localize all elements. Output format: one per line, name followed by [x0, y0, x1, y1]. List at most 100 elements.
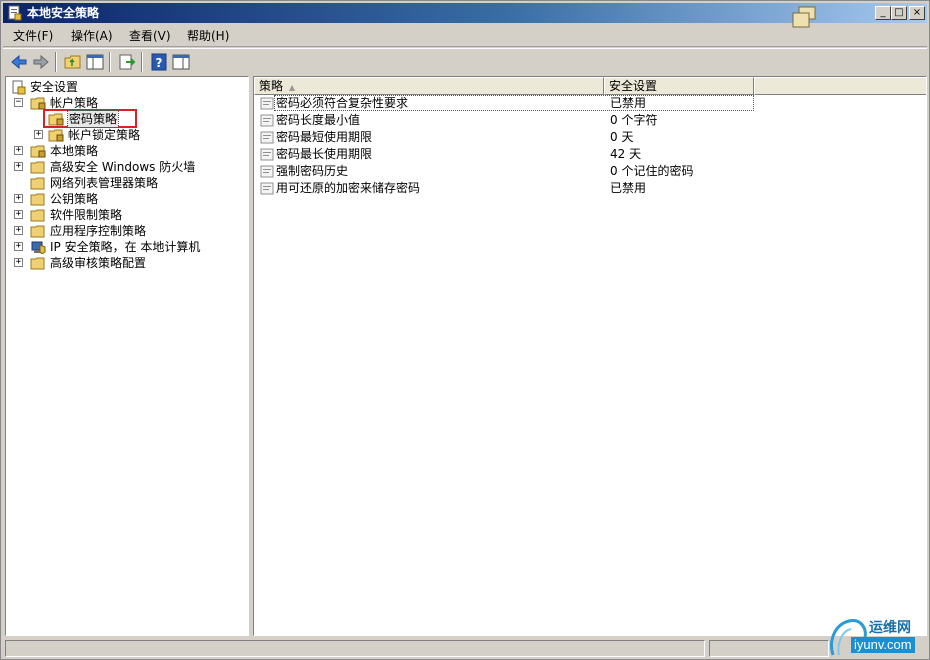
forward-arrow-icon[interactable]: [31, 52, 51, 72]
menu-file[interactable]: 文件(F): [13, 29, 53, 43]
policy-name: 密码必须符合复杂性要求: [276, 96, 409, 110]
show-hide-console-tree-icon[interactable]: [85, 52, 105, 72]
table-row[interactable]: 用可还原的加密来储存密码 已禁用: [254, 180, 926, 197]
menu-action[interactable]: 操作(A): [71, 29, 113, 43]
column-header-empty: [754, 77, 926, 95]
table-row[interactable]: 密码最短使用期限 0 天: [254, 129, 926, 146]
table-row[interactable]: 密码长度最小值 0 个字符: [254, 112, 926, 129]
folder-icon: [30, 161, 45, 174]
tree-label: 公钥策略: [50, 192, 99, 206]
title-bar[interactable]: 本地安全策略 _ □ ×: [3, 3, 927, 28]
table-row[interactable]: 密码必须符合复杂性要求 已禁用: [254, 95, 926, 112]
policy-setting-icon: [260, 131, 274, 144]
column-header-setting[interactable]: 安全设置: [604, 77, 754, 95]
site-watermark: 运维网 iyunv.com: [827, 615, 927, 659]
tree-label: 应用程序控制策略: [50, 224, 147, 238]
tree-item-public-key[interactable]: + 公钥策略: [12, 191, 242, 207]
expand-icon[interactable]: +: [14, 162, 23, 171]
tree-item-ip-security[interactable]: + IP 安全策略，在 本地计算机: [12, 239, 242, 255]
tree-label: 帐户锁定策略: [68, 128, 141, 142]
tree-item-software-restriction[interactable]: + 软件限制策略: [12, 207, 242, 223]
policy-setting-icon: [260, 182, 274, 195]
column-header-label: 安全设置: [609, 79, 658, 93]
watermark-text: 运维网: [869, 620, 911, 636]
expand-icon[interactable]: +: [14, 210, 23, 219]
policy-value: 42 天: [610, 147, 642, 161]
status-cell-secondary: [709, 640, 829, 657]
help-icon[interactable]: ?: [149, 52, 169, 72]
policy-value: 0 个字符: [610, 113, 658, 127]
ip-security-icon: [31, 241, 46, 254]
menu-help[interactable]: 帮助(H): [187, 29, 229, 43]
window-title: 本地安全策略: [27, 6, 100, 20]
up-folder-icon[interactable]: [63, 52, 83, 72]
tree-item-app-control[interactable]: + 应用程序控制策略: [12, 223, 242, 239]
tree-label: 安全设置: [30, 80, 79, 94]
tree-item-audit[interactable]: + 高级审核策略配置: [12, 255, 242, 271]
table-row[interactable]: 强制密码历史 0 个记住的密码: [254, 163, 926, 180]
tree-label: 网络列表管理器策略: [50, 176, 159, 190]
table-row[interactable]: 密码最长使用期限 42 天: [254, 146, 926, 163]
watermark-url: iyunv.com: [851, 637, 915, 653]
policy-value: 0 个记住的密码: [610, 164, 694, 178]
folder-lock-icon: [30, 145, 46, 158]
policy-setting-icon: [260, 148, 274, 161]
policy-name: 密码长度最小值: [276, 113, 361, 127]
close-button[interactable]: ×: [909, 6, 925, 20]
main-window: 本地安全策略 _ □ × 文件(F) 操作(A) 查看(V) 帮助(H) ? 安…: [0, 0, 930, 660]
sort-ascending-icon: ▲: [289, 83, 296, 92]
security-policy-icon: [8, 5, 22, 21]
toolbar-separator: [55, 52, 57, 72]
expand-icon[interactable]: +: [14, 146, 23, 155]
svg-text:?: ?: [156, 56, 163, 70]
export-list-icon[interactable]: [117, 52, 137, 72]
policy-name: 密码最长使用期限: [276, 147, 373, 161]
toolbar-separator: [109, 52, 111, 72]
toolbar: ?: [3, 48, 927, 74]
tree-label: 高级审核策略配置: [50, 256, 147, 270]
console-tree[interactable]: 安全设置 − 帐户策略 密码策略 + 帐户锁定策略 + 本地策略 + 高级安全 …: [5, 76, 249, 636]
security-settings-icon: [12, 80, 26, 95]
tree-item-password-policy[interactable]: 密码策略: [12, 110, 242, 128]
tree-label: IP 安全策略，在 本地计算机: [50, 240, 201, 254]
policy-name: 用可还原的加密来储存密码: [276, 181, 421, 195]
status-bar: [3, 639, 927, 659]
maximize-button[interactable]: □: [891, 6, 907, 20]
tree-item-local-policy[interactable]: + 本地策略: [12, 143, 242, 159]
policy-value: 已禁用: [610, 96, 647, 110]
menu-bar: 文件(F) 操作(A) 查看(V) 帮助(H): [3, 25, 927, 47]
minimize-button[interactable]: _: [875, 6, 891, 20]
menu-view[interactable]: 查看(V): [129, 29, 171, 43]
folder-icon: [30, 177, 45, 190]
folder-icon: [30, 209, 45, 222]
tree-item-lockout-policy[interactable]: + 帐户锁定策略: [12, 127, 242, 143]
tree-label: 本地策略: [50, 144, 99, 158]
back-arrow-icon[interactable]: [9, 52, 29, 72]
policy-value: 0 天: [610, 130, 634, 144]
folder-lock-icon: [48, 113, 64, 126]
policy-setting-icon: [260, 165, 274, 178]
expand-icon[interactable]: +: [34, 130, 43, 139]
tree-item-firewall[interactable]: + 高级安全 Windows 防火墙: [12, 159, 242, 175]
tree-item-root[interactable]: 安全设置: [12, 79, 242, 95]
policy-value: 已禁用: [610, 181, 647, 195]
expand-icon[interactable]: +: [14, 194, 23, 203]
policy-list[interactable]: 策略 ▲ 安全设置 密码必须符合复杂性要求 已禁用 密码长度最小值 0 个字符 密码最短使…: [253, 76, 927, 636]
column-header-policy[interactable]: 策略 ▲: [254, 77, 604, 95]
policy-name: 强制密码历史: [276, 164, 349, 178]
expand-icon[interactable]: +: [14, 226, 23, 235]
tree-item-network-list[interactable]: 网络列表管理器策略: [12, 175, 242, 191]
policy-setting-icon: [260, 114, 274, 127]
tree-label: 密码策略: [66, 110, 120, 128]
collapse-icon[interactable]: −: [14, 98, 23, 107]
tree-label: 高级安全 Windows 防火墙: [50, 160, 196, 174]
policy-name: 密码最短使用期限: [276, 130, 373, 144]
column-header-label: 策略: [259, 79, 284, 93]
tree-label: 软件限制策略: [50, 208, 123, 222]
policy-setting-icon: [260, 97, 274, 110]
folder-icon: [30, 193, 45, 206]
expand-icon[interactable]: +: [14, 258, 23, 267]
properties-icon[interactable]: [171, 52, 191, 72]
expand-icon[interactable]: +: [14, 242, 23, 251]
toolbar-separator: [141, 52, 143, 72]
